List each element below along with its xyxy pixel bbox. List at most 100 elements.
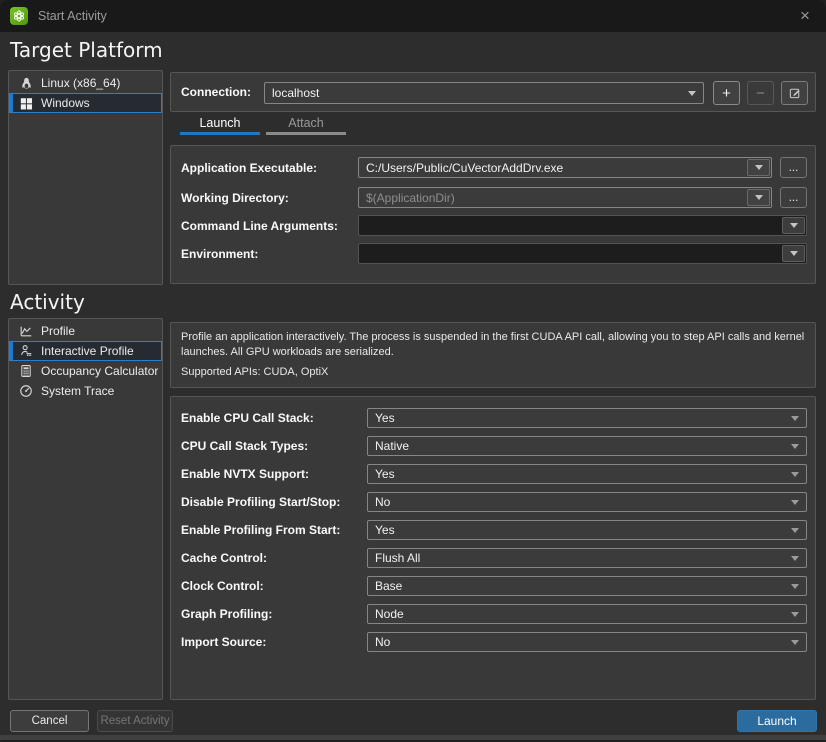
platform-item-windows[interactable]: Windows (9, 93, 162, 113)
platform-item-label: Linux (x86_64) (41, 76, 120, 90)
chevron-down-icon (747, 159, 770, 176)
activity-item-label: System Trace (41, 384, 114, 398)
tab-launch-underline (180, 132, 260, 135)
command-line-arguments-label: Command Line Arguments: (181, 219, 338, 233)
disable-profiling-start-stop-label: Disable Profiling Start/Stop: (181, 495, 340, 509)
browse-directory-button[interactable]: ... (780, 187, 807, 208)
close-icon[interactable]: × (792, 3, 818, 29)
command-line-arguments-input[interactable] (358, 215, 807, 236)
enable-nvtx-support-value: Yes (375, 467, 791, 481)
reset-activity-button[interactable]: Reset Activity (97, 710, 173, 732)
launch-form-panel: Application Executable: C:/Users/Public/… (170, 145, 816, 284)
chevron-down-icon (688, 91, 696, 96)
activity-item-label: Occupancy Calculator (41, 364, 158, 378)
nsight-logo-icon (10, 7, 28, 25)
chevron-down-icon (791, 500, 799, 505)
connection-label: Connection: (181, 85, 251, 99)
window-bottom-edge (0, 735, 826, 742)
enable-nvtx-support-label: Enable NVTX Support: (181, 467, 309, 481)
graph-profiling-value: Node (375, 607, 791, 621)
application-executable-label: Application Executable: (181, 161, 317, 175)
import-source-label: Import Source: (181, 635, 266, 649)
disable-profiling-start-stop-combobox[interactable]: No (367, 492, 807, 512)
cache-control-label: Cache Control: (181, 551, 267, 565)
cpu-call-stack-types-label: CPU Call Stack Types: (181, 439, 308, 453)
platform-item-linux[interactable]: Linux (x86_64) (9, 73, 162, 93)
activity-item-interactive-profile[interactable]: Interactive Profile (9, 341, 162, 361)
tab-attach[interactable]: Attach (266, 116, 346, 130)
graph-profiling-combobox[interactable]: Node (367, 604, 807, 624)
clock-control-label: Clock Control: (181, 579, 264, 593)
application-executable-combobox[interactable]: C:/Users/Public/CuVectorAddDrv.exe (358, 157, 772, 178)
activity-description-text: Profile an application interactively. Th… (181, 330, 805, 360)
chevron-down-icon (747, 189, 770, 206)
supported-apis-text: Supported APIs: CUDA, OptiX (181, 365, 805, 380)
enable-cpu-call-stack-label: Enable CPU Call Stack: (181, 411, 314, 425)
activity-list: Profile Interactive Profile Occupancy Ca… (8, 318, 163, 700)
linux-icon (18, 75, 34, 91)
add-connection-button[interactable]: + (713, 81, 740, 105)
connection-combobox[interactable]: localhost (264, 82, 704, 104)
chevron-down-icon (791, 472, 799, 477)
chart-icon (18, 323, 34, 339)
chevron-down-icon (782, 245, 805, 262)
enable-profiling-from-start-combobox[interactable]: Yes (367, 520, 807, 540)
activity-item-label: Profile (41, 324, 75, 338)
start-activity-dialog: Start Activity × Target Platform Linux (… (0, 0, 826, 742)
windows-icon (18, 95, 34, 111)
chevron-down-icon (791, 416, 799, 421)
target-platform-heading: Target Platform (10, 38, 163, 62)
chevron-down-icon (791, 556, 799, 561)
enable-profiling-from-start-label: Enable Profiling From Start: (181, 523, 340, 537)
graph-profiling-label: Graph Profiling: (181, 607, 272, 621)
environment-label: Environment: (181, 247, 258, 261)
activity-item-label: Interactive Profile (41, 344, 134, 358)
platform-item-label: Windows (41, 96, 90, 110)
tab-launch[interactable]: Launch (180, 116, 260, 130)
calculator-icon (18, 363, 34, 379)
enable-nvtx-support-combobox[interactable]: Yes (367, 464, 807, 484)
tab-attach-underline (266, 132, 346, 135)
working-directory-label: Working Directory: (181, 191, 289, 205)
disable-profiling-start-stop-value: No (375, 495, 791, 509)
environment-input[interactable] (358, 243, 807, 264)
chevron-down-icon (791, 612, 799, 617)
edit-connection-button[interactable] (781, 81, 808, 105)
edit-pencil-icon (788, 86, 802, 100)
chevron-down-icon (791, 528, 799, 533)
remove-connection-button[interactable]: − (747, 81, 774, 105)
activity-heading: Activity (10, 290, 85, 314)
enable-profiling-from-start-value: Yes (375, 523, 791, 537)
title-bar: Start Activity × (0, 0, 826, 32)
launch-button[interactable]: Launch (737, 710, 817, 732)
clock-control-value: Base (375, 579, 791, 593)
enable-cpu-call-stack-value: Yes (375, 411, 791, 425)
clock-control-combobox[interactable]: Base (367, 576, 807, 596)
person-icon (18, 343, 34, 359)
enable-cpu-call-stack-combobox[interactable]: Yes (367, 408, 807, 428)
window-title: Start Activity (38, 9, 107, 23)
cancel-button[interactable]: Cancel (10, 710, 89, 732)
chevron-down-icon (791, 584, 799, 589)
cpu-call-stack-types-combobox[interactable]: Native (367, 436, 807, 456)
cache-control-combobox[interactable]: Flush All (367, 548, 807, 568)
working-directory-value: $(ApplicationDir) (366, 191, 745, 205)
activity-item-system-trace[interactable]: System Trace (9, 381, 162, 401)
import-source-value: No (375, 635, 791, 649)
chevron-down-icon (791, 444, 799, 449)
activity-item-occupancy-calculator[interactable]: Occupancy Calculator (9, 361, 162, 381)
platform-list: Linux (x86_64) Windows (8, 70, 163, 285)
connection-panel: Connection: localhost + − (170, 72, 816, 112)
working-directory-combobox[interactable]: $(ApplicationDir) (358, 187, 772, 208)
options-panel: Enable CPU Call Stack: Yes CPU Call Stac… (170, 396, 816, 700)
gauge-icon (18, 383, 34, 399)
chevron-down-icon (791, 640, 799, 645)
activity-item-profile[interactable]: Profile (9, 321, 162, 341)
application-executable-value: C:/Users/Public/CuVectorAddDrv.exe (366, 161, 745, 175)
cache-control-value: Flush All (375, 551, 791, 565)
import-source-combobox[interactable]: No (367, 632, 807, 652)
connection-value: localhost (272, 86, 688, 100)
browse-executable-button[interactable]: ... (780, 157, 807, 178)
cpu-call-stack-types-value: Native (375, 439, 791, 453)
chevron-down-icon (782, 217, 805, 234)
